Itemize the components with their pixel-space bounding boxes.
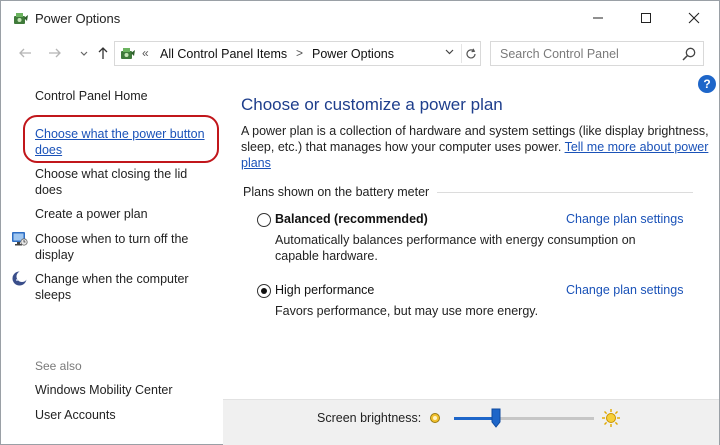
plan-name-high-performance[interactable]: High performance bbox=[275, 283, 374, 297]
change-plan-settings-high-performance[interactable]: Change plan settings bbox=[566, 283, 683, 297]
minimize-button[interactable] bbox=[575, 1, 621, 35]
plan-balanced: Balanced (recommended) Change plan setti… bbox=[257, 212, 697, 263]
sidebar-item-closing-lid[interactable]: Choose what closing the lid does bbox=[35, 166, 213, 198]
group-divider bbox=[437, 192, 693, 193]
sidebar-item-power-button[interactable]: Choose what the power button does bbox=[35, 126, 213, 158]
close-icon bbox=[688, 12, 700, 24]
page-description: A power plan is a collection of hardware… bbox=[241, 123, 711, 171]
refresh-icon bbox=[465, 48, 476, 58]
brightness-slider-thumb[interactable] bbox=[491, 408, 501, 428]
sidebar-item-turn-off-display[interactable]: Choose when to turn off the display bbox=[35, 231, 213, 263]
screen-brightness-label: Screen brightness: bbox=[317, 411, 422, 425]
recent-locations-button[interactable] bbox=[74, 44, 94, 64]
breadcrumb-all-control-panel-items[interactable]: All Control Panel Items bbox=[160, 47, 287, 61]
control-panel-home-link[interactable]: Control Panel Home bbox=[35, 89, 148, 103]
minimize-icon bbox=[593, 17, 603, 19]
power-options-icon bbox=[14, 13, 28, 24]
right-arrow-icon bbox=[49, 48, 61, 58]
sidebar-item-create-power-plan[interactable]: Create a power plan bbox=[35, 206, 213, 222]
chevron-down-icon bbox=[445, 49, 454, 55]
back-button[interactable] bbox=[15, 43, 35, 63]
address-overflow-chevron[interactable]: « bbox=[142, 46, 149, 60]
maximize-icon bbox=[641, 13, 651, 23]
window-title: Power Options bbox=[35, 11, 121, 26]
left-navigation-pane: Control Panel Home Choose what the power… bbox=[1, 71, 223, 445]
sidebar-item-windows-mobility-center[interactable]: Windows Mobility Center bbox=[35, 383, 173, 397]
maximize-button[interactable] bbox=[623, 1, 669, 35]
main-content: Choose or customize a power plan A power… bbox=[223, 71, 719, 401]
chevron-down-icon bbox=[80, 51, 88, 56]
navigation-bar: « All Control Panel Items > Power Option… bbox=[1, 37, 719, 69]
display-power-icon bbox=[12, 232, 28, 246]
radio-high-performance[interactable] bbox=[257, 284, 271, 298]
search-box[interactable] bbox=[490, 41, 704, 66]
up-button[interactable] bbox=[93, 43, 113, 63]
close-button[interactable] bbox=[671, 1, 717, 35]
up-arrow-icon bbox=[98, 47, 108, 59]
breadcrumb-power-options[interactable]: Power Options bbox=[312, 47, 394, 61]
brightness-low-icon bbox=[430, 413, 440, 423]
address-dropdown-button[interactable] bbox=[445, 46, 454, 58]
brightness-high-icon bbox=[602, 409, 620, 427]
brightness-bar: Screen brightness: bbox=[223, 399, 719, 445]
page-title: Choose or customize a power plan bbox=[241, 95, 503, 114]
power-options-window: Power Options « All Control Panel Items … bbox=[0, 0, 720, 445]
search-icon[interactable] bbox=[681, 46, 697, 62]
brightness-slider-fill bbox=[454, 417, 496, 420]
search-input[interactable] bbox=[491, 42, 676, 65]
breadcrumb-separator[interactable]: > bbox=[296, 46, 303, 60]
radio-selected-dot bbox=[261, 288, 267, 294]
plan-description-balanced: Automatically balances performance with … bbox=[275, 233, 636, 263]
plan-high-performance: High performance Change plan settings Fa… bbox=[257, 283, 697, 323]
refresh-button[interactable] bbox=[461, 44, 479, 63]
plan-name-balanced[interactable]: Balanced (recommended) bbox=[275, 212, 428, 226]
left-arrow-icon bbox=[19, 48, 31, 58]
forward-button[interactable] bbox=[45, 43, 65, 63]
plan-description-high-performance: Favors performance, but may use more ene… bbox=[275, 304, 539, 318]
sidebar-item-computer-sleeps[interactable]: Change when the computer sleeps bbox=[35, 271, 213, 303]
control-panel-icon bbox=[121, 48, 135, 59]
see-also-heading: See also bbox=[35, 359, 82, 373]
sidebar-item-user-accounts[interactable]: User Accounts bbox=[35, 408, 116, 422]
title-bar: Power Options bbox=[1, 1, 719, 35]
change-plan-settings-balanced[interactable]: Change plan settings bbox=[566, 212, 683, 226]
plans-group-label: Plans shown on the battery meter bbox=[243, 185, 436, 199]
brightness-slider[interactable] bbox=[454, 417, 594, 420]
radio-balanced[interactable] bbox=[257, 213, 271, 227]
moon-sleep-icon bbox=[12, 271, 28, 286]
address-bar[interactable]: « All Control Panel Items > Power Option… bbox=[114, 41, 481, 66]
